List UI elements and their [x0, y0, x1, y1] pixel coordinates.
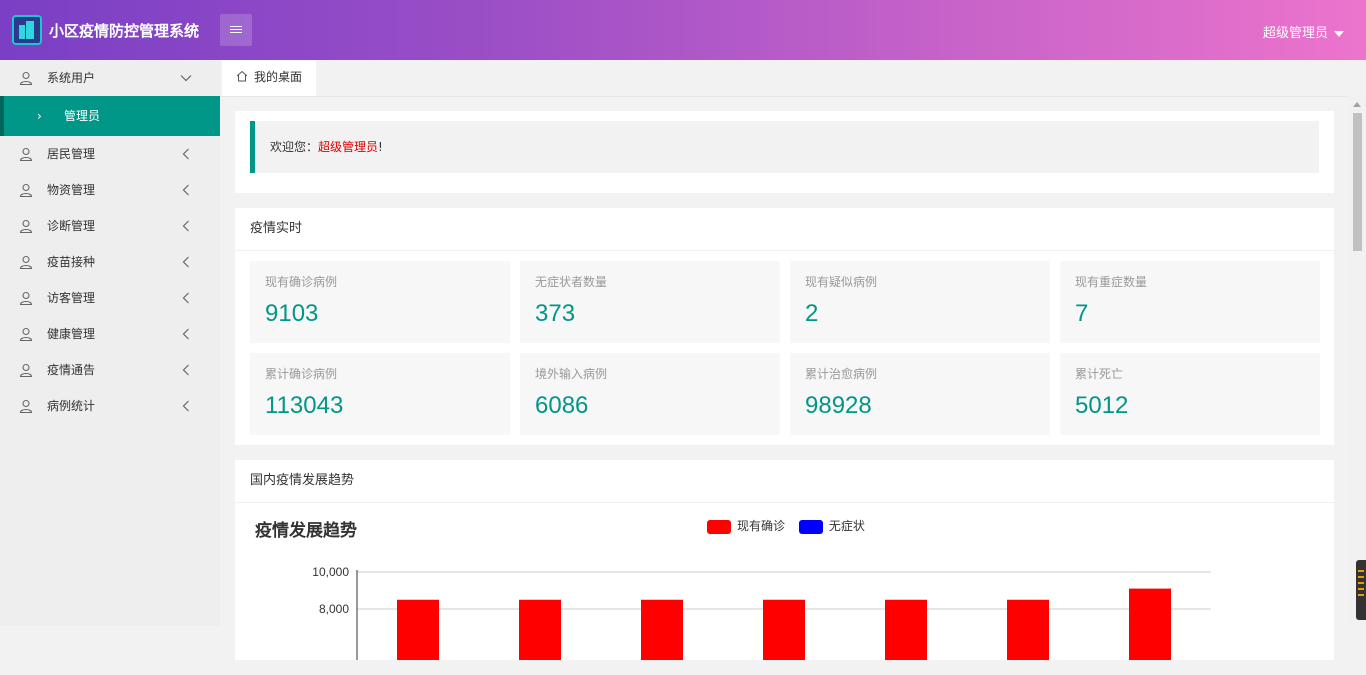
sidebar-item-admin[interactable]: › 管理员	[0, 96, 220, 136]
stat-label: 现有疑似病例	[805, 275, 878, 289]
sidebar-item[interactable]: 健康管理	[0, 316, 220, 352]
bar[interactable]	[885, 599, 927, 660]
chevron-left-icon	[182, 400, 189, 412]
stat-card: 现有重症数量 7	[1060, 261, 1320, 343]
bar[interactable]	[519, 599, 561, 660]
welcome-card: 欢迎您：超级管理员!	[235, 111, 1334, 193]
user-menu[interactable]: 超级管理员	[1263, 22, 1344, 41]
sidebar-sub-label: 管理员	[64, 109, 101, 123]
side-widget[interactable]	[1356, 560, 1366, 620]
bar[interactable]	[641, 599, 683, 660]
welcome-message: 欢迎您：超级管理员!	[250, 121, 1319, 173]
sidebar-group-system-users[interactable]: 系统用户	[0, 60, 220, 96]
tab-bar: 我的桌面	[220, 60, 1366, 97]
stat-value: 7	[1075, 300, 1089, 327]
tab-my-desktop[interactable]: 我的桌面	[222, 60, 317, 96]
sidebar-item[interactable]: 疫情通告	[0, 352, 220, 388]
sidebar-item-label: 病例统计	[47, 399, 96, 413]
sidebar-item-label: 疫情通告	[47, 363, 96, 377]
chevron-down-icon	[180, 75, 192, 82]
sidebar-group-label: 系统用户	[47, 71, 96, 85]
sidebar-item-label: 疫苗接种	[47, 255, 96, 269]
stat-label: 无症状者数量	[535, 275, 608, 289]
chevron-left-icon	[182, 328, 189, 340]
user-icon	[19, 363, 33, 377]
sidebar-item[interactable]: 病例统计	[0, 388, 220, 424]
user-name: 超级管理员	[1262, 26, 1328, 41]
stat-card: 累计确诊病例 113043	[250, 353, 510, 435]
user-icon	[19, 291, 33, 305]
caret-down-icon	[1334, 30, 1344, 37]
welcome-prefix: 欢迎您：	[270, 140, 319, 154]
stat-card: 境外输入病例 6086	[520, 353, 780, 435]
user-icon	[19, 183, 33, 197]
scroll-up-icon[interactable]	[1353, 102, 1361, 107]
user-icon	[19, 399, 33, 413]
chevron-left-icon	[182, 184, 189, 196]
chevron-right-icon: ›	[37, 109, 42, 123]
stat-card: 现有疑似病例 2	[790, 261, 1050, 343]
stat-value: 9103	[265, 300, 319, 327]
scroll-thumb[interactable]	[1353, 113, 1362, 251]
chevron-left-icon	[182, 364, 189, 376]
realtime-title: 疫情实时	[235, 208, 1334, 251]
stat-value: 98928	[805, 392, 872, 419]
user-icon	[19, 255, 33, 269]
y-tick-label: 8,000	[319, 602, 349, 616]
stat-card: 累计死亡 5012	[1060, 353, 1320, 435]
sidebar-item[interactable]: 诊断管理	[0, 208, 220, 244]
sidebar: 系统用户 › 管理员 居民管理物资管理诊断管理疫苗接种访客管理健康管理疫情通告病…	[0, 60, 220, 626]
sidebar-item-label: 居民管理	[47, 147, 96, 161]
bar[interactable]	[1129, 588, 1171, 660]
user-icon	[19, 327, 33, 341]
vertical-scrollbar[interactable]	[1349, 96, 1366, 626]
sidebar-item[interactable]: 物资管理	[0, 172, 220, 208]
sidebar-item-label: 诊断管理	[47, 219, 96, 233]
bar[interactable]	[397, 599, 439, 660]
chevron-left-icon	[182, 292, 189, 304]
welcome-user: 超级管理员	[318, 140, 379, 154]
stat-value: 5012	[1075, 392, 1129, 419]
y-tick-label: 10,000	[312, 565, 349, 579]
chevron-left-icon	[182, 220, 189, 232]
user-icon	[19, 219, 33, 233]
chevron-left-icon	[182, 148, 189, 160]
app-logo	[12, 15, 42, 45]
stat-value: 2	[805, 300, 819, 327]
stat-card: 无症状者数量 373	[520, 261, 780, 343]
stat-label: 境外输入病例	[535, 367, 608, 381]
stat-label: 累计确诊病例	[265, 367, 338, 381]
stat-value: 113043	[265, 392, 344, 419]
stat-label: 累计死亡	[1075, 367, 1124, 381]
realtime-card: 疫情实时 现有确诊病例 9103 无症状者数量 373 现有疑似病例 2 现有重症数量 7 累计…	[235, 208, 1334, 445]
menu-toggle-button[interactable]	[220, 14, 252, 46]
chevron-left-icon	[182, 256, 189, 268]
user-icon	[19, 71, 33, 85]
sidebar-item[interactable]: 居民管理	[0, 136, 220, 172]
stats-grid: 现有确诊病例 9103 无症状者数量 373 现有疑似病例 2 现有重症数量 7 累计确诊病例 1…	[235, 251, 1334, 445]
stat-label: 累计治愈病例	[805, 367, 878, 381]
sidebar-item-label: 访客管理	[47, 291, 96, 305]
bar[interactable]	[1007, 599, 1049, 660]
stat-card: 累计治愈病例 98928	[790, 353, 1050, 435]
home-icon	[236, 70, 248, 82]
welcome-suffix: !	[378, 140, 383, 154]
trend-chart: 10,000 8,000	[312, 565, 1211, 660]
stat-value: 6086	[535, 392, 589, 419]
trend-card: 国内疫情发展趋势 疫情发展趋势 现有确诊 无症状 10,000 8,000	[235, 460, 1334, 660]
app-title: 小区疫情防控管理系统	[49, 22, 200, 40]
stat-card: 现有确诊病例 9103	[250, 261, 510, 343]
bar[interactable]	[763, 599, 805, 660]
stat-label: 现有重症数量	[1075, 275, 1148, 289]
sidebar-item-label: 健康管理	[47, 327, 96, 341]
main-content: 欢迎您：超级管理员! 疫情实时 现有确诊病例 9103 无症状者数量 373 现有疑似病…	[235, 111, 1334, 675]
sidebar-item-label: 物资管理	[47, 183, 96, 197]
tab-label: 我的桌面	[254, 70, 303, 84]
top-header: 小区疫情防控管理系统 超级管理员	[0, 0, 1366, 60]
stat-value: 373	[535, 300, 576, 327]
sidebar-item[interactable]: 访客管理	[0, 280, 220, 316]
user-icon	[19, 147, 33, 161]
sidebar-item[interactable]: 疫苗接种	[0, 244, 220, 280]
stat-label: 现有确诊病例	[265, 275, 338, 289]
